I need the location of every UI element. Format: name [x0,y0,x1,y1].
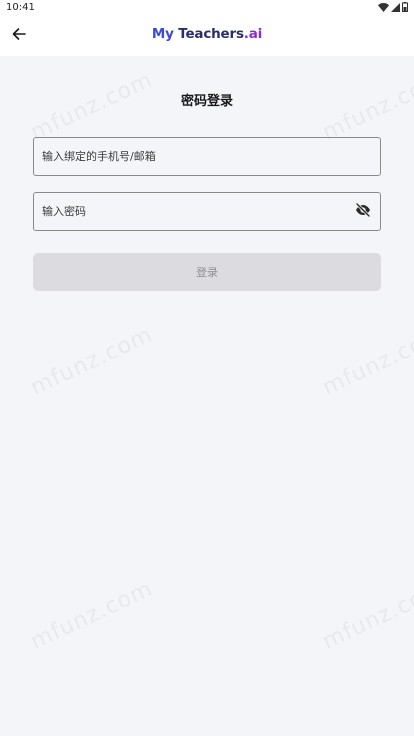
watermark: mfunz.com [318,576,414,655]
brand-logo-teachers: Teachers [178,26,244,42]
brand-logo-ai: .ai [243,26,263,42]
account-input[interactable] [34,138,380,175]
password-field [33,192,381,231]
watermark: mfunz.com [318,322,414,401]
battery-icon [402,2,408,12]
login-button[interactable]: 登录 [33,253,381,291]
signal-icon [391,2,400,12]
status-bar: 10:41 [0,0,414,17]
brand-logo: My Teachers.ai [0,26,414,42]
status-time: 10:41 [6,2,35,13]
wifi-icon [378,2,389,12]
watermark: mfunz.com [26,322,157,401]
watermark: mfunz.com [26,576,157,655]
status-icons [378,2,408,12]
eye-off-icon [355,202,371,222]
app-bar: My Teachers.ai [0,17,414,56]
login-page: mfunz.com mfunz.com mfunz.com mfunz.com … [0,56,414,736]
brand-logo-my: My [151,26,179,42]
password-input[interactable] [34,193,380,230]
toggle-password-visibility-button[interactable] [354,202,372,222]
page-title: 密码登录 [180,94,233,109]
account-field [33,137,381,176]
